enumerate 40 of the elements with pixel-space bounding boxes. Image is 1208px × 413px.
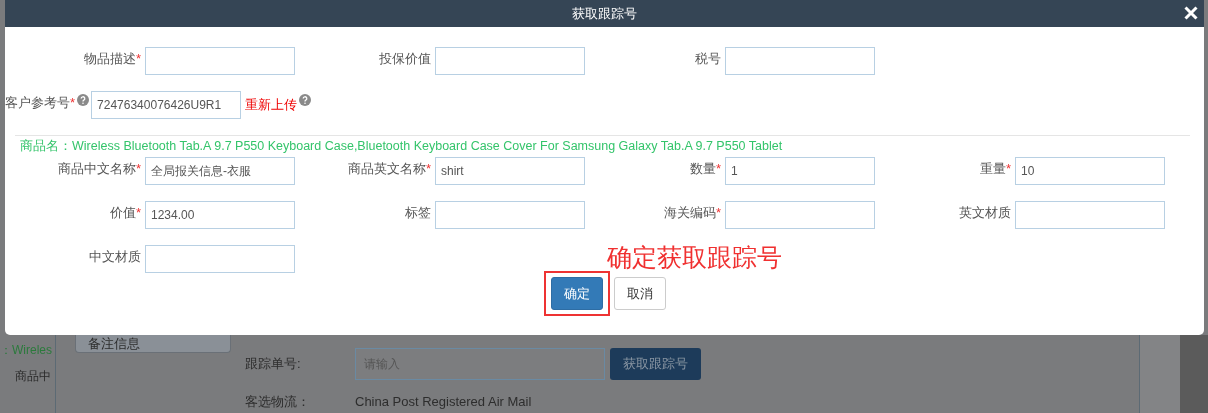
confirm-button[interactable]: 确定	[550, 277, 603, 310]
field-label: 标签	[405, 204, 431, 222]
input-field[interactable]: 10	[1015, 157, 1165, 185]
input-field[interactable]: 72476340076426U9R1	[91, 91, 242, 119]
get-tracking-button[interactable]: 获取跟踪号	[610, 348, 701, 380]
required-mark: *	[135, 160, 141, 178]
required-mark: *	[70, 94, 76, 112]
required-mark: *	[1005, 160, 1011, 178]
field-label: 物品描述	[83, 50, 136, 68]
field-label: 税号	[695, 50, 721, 68]
annotation-text: 确定获取跟踪号	[606, 242, 782, 274]
field-label: 重量	[979, 160, 1006, 178]
product-name: 商品名：Wireless Bluetooth Tab.A 9.7 P550 Keyboard Case,Bluetooth Keyboard Case Cover For Samsung Galaxy Tab.A 9.7 P550 Tablet	[19, 138, 784, 155]
required-mark: *	[715, 160, 721, 178]
field-value: China Post Registered Air Mail	[355, 393, 532, 411]
field-label: 中文材质	[89, 248, 141, 266]
field-label: 价值	[109, 204, 136, 222]
dialog-title: 获取跟踪号	[572, 4, 637, 23]
input-field[interactable]: shirt	[435, 157, 585, 185]
field-label: 商品中文名称	[57, 160, 136, 178]
input-field[interactable]: 1	[725, 157, 875, 185]
input-field[interactable]: 全局报关信息-衣服	[145, 157, 295, 185]
cancel-button[interactable]: 取消	[613, 277, 666, 310]
field-label: 数量	[689, 160, 716, 178]
product-name: ：Wireles	[0, 342, 52, 359]
required-mark: *	[425, 160, 431, 178]
field-label: 客选物流：	[245, 393, 311, 411]
field-label: 跟踪单号:	[245, 355, 302, 374]
field-label: 商品中	[15, 367, 51, 384]
field-label: 英文材质	[959, 204, 1011, 222]
field-label: 客户参考号	[5, 94, 70, 112]
required-mark: *	[715, 204, 721, 222]
required-mark: *	[135, 204, 141, 222]
required-mark: *	[135, 50, 141, 68]
input-field[interactable]: 1234.00	[145, 201, 295, 229]
tab[interactable]: 备注信息	[75, 335, 231, 353]
field-label: 海关编码	[663, 204, 716, 222]
field-label: 商品英文名称	[347, 160, 426, 178]
field-label: 投保价值	[379, 50, 431, 68]
reupload-link[interactable]: 重新上传	[245, 91, 298, 115]
